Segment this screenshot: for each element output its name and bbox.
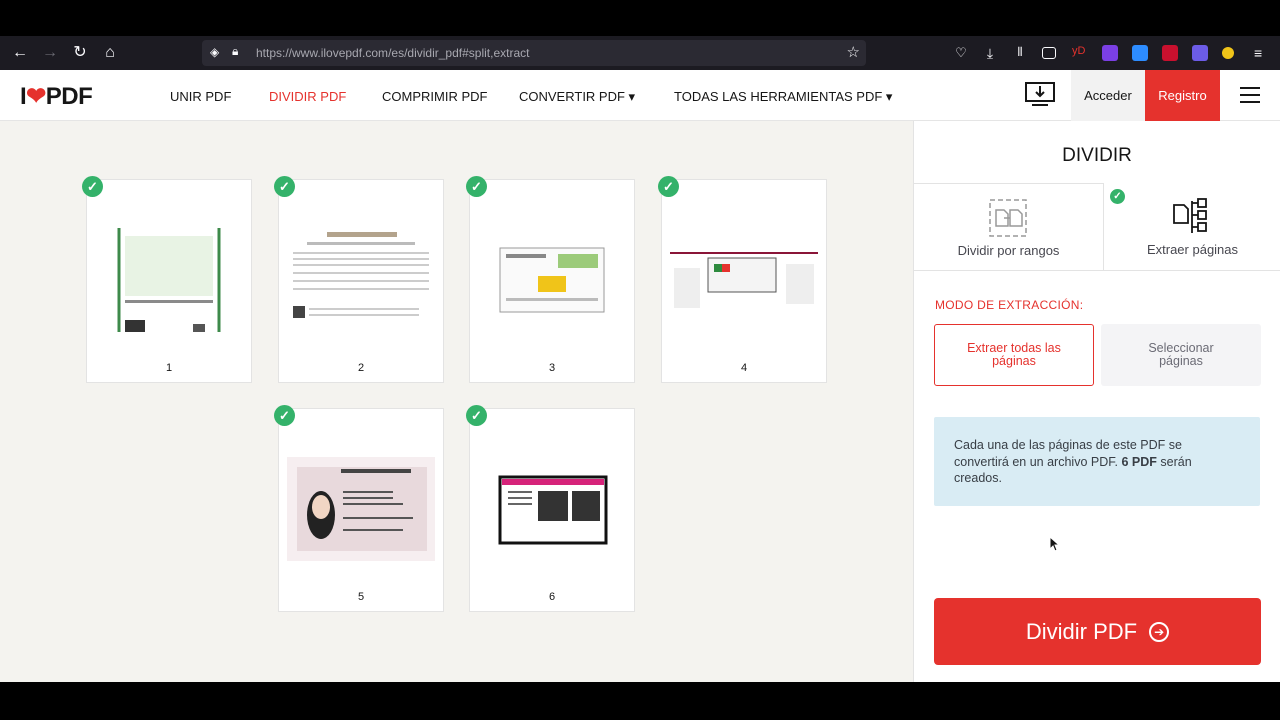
home-icon[interactable]: ⌂ bbox=[100, 44, 120, 62]
ilovepdf-logo[interactable]: I❤PDF bbox=[20, 82, 93, 111]
page-card[interactable]: 1 bbox=[86, 179, 252, 383]
page-number: 1 bbox=[165, 362, 173, 374]
extension-red-icon[interactable] bbox=[1162, 45, 1178, 61]
site-header: I❤PDF UNIR PDF DIVIDIR PDF COMPRIMIR PDF… bbox=[0, 70, 1280, 121]
hamburger-menu-icon[interactable] bbox=[1240, 87, 1260, 103]
page-card[interactable]: 6 bbox=[469, 408, 635, 612]
page-number: 2 bbox=[357, 362, 365, 374]
check-icon: ✓ bbox=[466, 405, 487, 426]
mode-split-ranges[interactable]: Dividir por rangos bbox=[914, 183, 1104, 271]
library-icon[interactable]: ⫴ bbox=[1012, 45, 1028, 61]
check-icon: ✓ bbox=[1110, 189, 1125, 204]
zoom-extension-icon[interactable] bbox=[1132, 45, 1148, 61]
info-box: Cada una de las páginas de este PDF se c… bbox=[934, 417, 1260, 506]
page-thumbnail bbox=[478, 457, 626, 561]
mode-ranges-label: Dividir por rangos bbox=[957, 243, 1060, 258]
page-thumbnail bbox=[478, 228, 626, 332]
arrow-right-circle-icon: ➔ bbox=[1149, 621, 1170, 642]
login-button[interactable]: Acceder bbox=[1071, 70, 1145, 121]
extract-icon bbox=[1172, 197, 1212, 237]
app-menu-icon[interactable]: ≡ bbox=[1254, 45, 1270, 61]
page-thumbnail bbox=[95, 208, 243, 356]
page-number: 6 bbox=[548, 591, 556, 603]
back-icon[interactable]: ← bbox=[10, 44, 30, 62]
pocket-icon[interactable]: ♡ bbox=[953, 45, 969, 61]
page-card[interactable]: 3 bbox=[469, 179, 635, 383]
nav-convertir-pdf[interactable]: CONVERTIR PDF ▾ bbox=[519, 89, 635, 105]
extraction-mode-label: MODO DE EXTRACCIÓN: bbox=[935, 298, 1084, 312]
page-thumbnail bbox=[287, 228, 435, 332]
downloads-icon[interactable]: ⤓ bbox=[982, 45, 998, 61]
page-number: 3 bbox=[548, 362, 556, 374]
yd-extension-icon[interactable]: yD bbox=[1072, 45, 1088, 61]
check-icon: ✓ bbox=[658, 176, 679, 197]
extension-pen-icon[interactable] bbox=[1192, 45, 1208, 61]
extension-r-icon[interactable] bbox=[1102, 45, 1118, 61]
check-icon: ✓ bbox=[466, 176, 487, 197]
page-number: 5 bbox=[357, 591, 365, 603]
nav-dividir-pdf[interactable]: DIVIDIR PDF bbox=[269, 89, 346, 104]
options-sidebar: DIVIDIR Dividir por rangos ✓ Extraer pág… bbox=[913, 121, 1280, 682]
nav-comprimir-pdf[interactable]: COMPRIMIR PDF bbox=[382, 89, 487, 104]
extract-all-pages-button[interactable]: Extraer todas las páginas bbox=[934, 324, 1094, 386]
register-button[interactable]: Registro bbox=[1145, 70, 1220, 121]
page-card[interactable]: 2 bbox=[278, 179, 444, 383]
page-card[interactable]: 5 bbox=[278, 408, 444, 612]
info-count: 6 PDF bbox=[1121, 454, 1157, 469]
mode-extract-pages[interactable]: ✓ Extraer páginas bbox=[1104, 183, 1280, 271]
split-pdf-label: Dividir PDF bbox=[1025, 618, 1138, 644]
extension-gold-icon[interactable] bbox=[1222, 47, 1234, 59]
black-bottom-bar bbox=[0, 682, 1280, 720]
ilovepdf-page: I❤PDF UNIR PDF DIVIDIR PDF COMPRIMIR PDF… bbox=[0, 70, 1280, 682]
lock-icon: 🔒︎ bbox=[232, 44, 239, 58]
check-icon: ✓ bbox=[274, 176, 295, 197]
ranges-icon bbox=[988, 198, 1028, 238]
nav-unir-pdf[interactable]: UNIR PDF bbox=[170, 89, 231, 104]
reader-icon[interactable] bbox=[1042, 47, 1056, 59]
forward-icon[interactable]: → bbox=[40, 44, 60, 62]
page-thumbnail bbox=[287, 457, 435, 561]
page-thumbnail bbox=[670, 228, 818, 332]
select-pages-button[interactable]: Seleccionar páginas bbox=[1101, 324, 1261, 386]
check-icon: ✓ bbox=[274, 405, 295, 426]
page-number: 4 bbox=[740, 362, 748, 374]
nav-todas-herramientas[interactable]: TODAS LAS HERRAMIENTAS PDF ▾ bbox=[674, 89, 892, 105]
mouse-cursor-icon bbox=[1049, 536, 1061, 552]
check-icon: ✓ bbox=[82, 176, 103, 197]
mode-extract-label: Extraer páginas bbox=[1146, 242, 1239, 257]
desktop-app-icon[interactable] bbox=[1025, 82, 1055, 108]
url-text: https://www.ilovepdf.com/es/dividir_pdf#… bbox=[256, 46, 530, 60]
shield-icon: ◈ bbox=[210, 45, 220, 59]
split-pdf-button[interactable]: Dividir PDF ➔ bbox=[934, 598, 1261, 665]
reload-icon[interactable]: ↻ bbox=[70, 44, 90, 62]
bookmark-star-icon[interactable]: ☆ bbox=[847, 43, 860, 61]
black-top-bar bbox=[0, 0, 1280, 36]
heart-icon: ❤ bbox=[26, 83, 46, 110]
url-bar[interactable]: ◈ 🔒︎ https://www.ilovepdf.com/es/dividir… bbox=[202, 40, 866, 66]
sidebar-title: DIVIDIR bbox=[1062, 145, 1132, 166]
page-card[interactable]: 4 bbox=[661, 179, 827, 383]
